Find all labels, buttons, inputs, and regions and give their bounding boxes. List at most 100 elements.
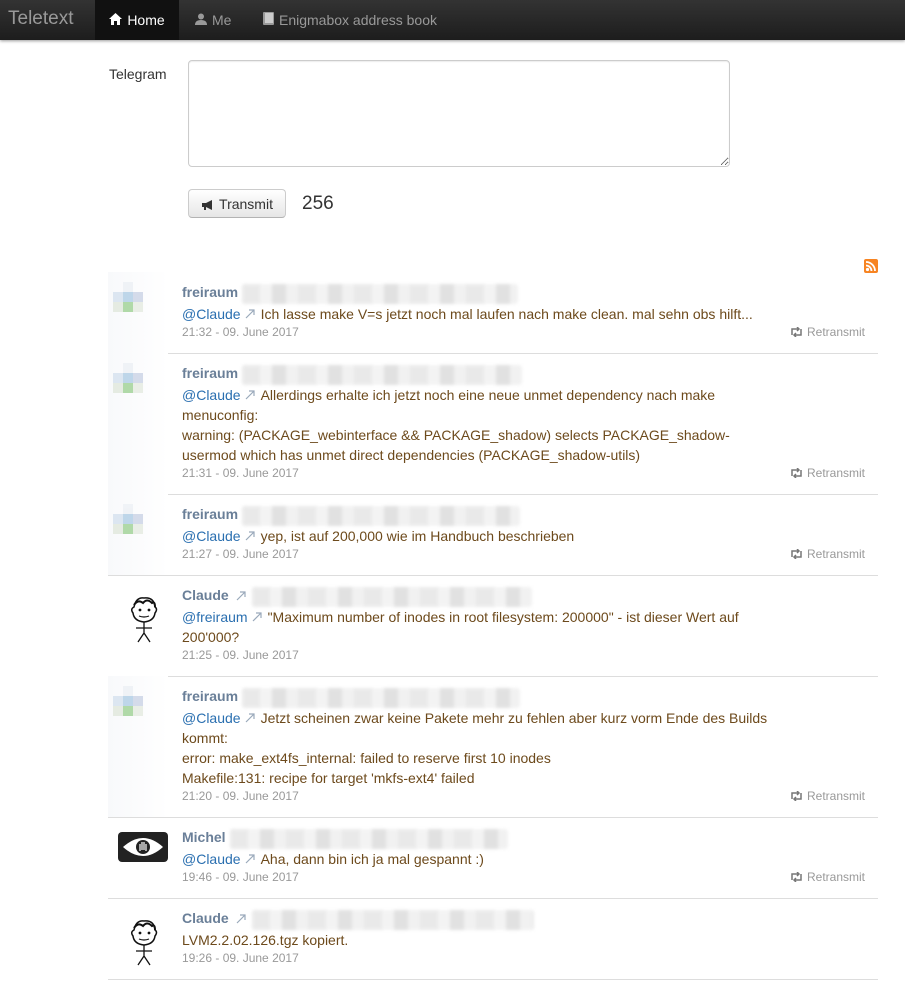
transmit-button[interactable]: Transmit bbox=[188, 189, 286, 218]
message-line: error: make_ext4fs_internal: failed to r… bbox=[182, 750, 551, 766]
message-line: warning: (PACKAGE_webinterface && PACKAG… bbox=[182, 427, 730, 443]
message-line: Jetzt scheinen zwar keine Pakete mehr zu… bbox=[260, 710, 768, 726]
avatar[interactable] bbox=[108, 494, 168, 575]
message-text: LVM2.2.02.126.tgz kopiert. bbox=[182, 930, 802, 950]
feed-item: freiraum @Claude Allerdings erhalte ich je… bbox=[108, 353, 878, 495]
user-icon bbox=[195, 0, 207, 40]
timestamp[interactable]: 21:27 - 09. June 2017 bbox=[182, 547, 299, 561]
message-line: usermod which has unmet direct dependenc… bbox=[182, 447, 641, 463]
retransmit-icon bbox=[791, 791, 802, 801]
message-line: "Maximum number of inodes in root filesy… bbox=[267, 609, 739, 625]
author-name[interactable]: freiraum bbox=[182, 284, 238, 300]
link-icon bbox=[236, 914, 246, 924]
retransmit-label: Retransmit bbox=[807, 870, 866, 884]
retransmit-button[interactable]: Retransmit bbox=[790, 870, 865, 884]
message-text: @freiraum "Maximum number of inodes in ro… bbox=[182, 607, 802, 647]
link-icon bbox=[245, 713, 255, 723]
author-name[interactable]: Claude bbox=[182, 910, 229, 926]
message-line: kommt: bbox=[182, 730, 228, 746]
link-icon bbox=[245, 390, 255, 400]
author-name[interactable]: freiraum bbox=[182, 365, 238, 381]
identicon-avatar bbox=[111, 684, 147, 720]
navbar: Teletext Home Me Enigmabox address book bbox=[0, 0, 905, 40]
message-line: LVM2.2.02.126.tgz kopiert. bbox=[182, 932, 349, 948]
eye-avatar bbox=[118, 832, 168, 862]
author-name[interactable]: freiraum bbox=[182, 506, 238, 522]
retransmit-button[interactable]: Retransmit bbox=[790, 547, 865, 561]
retransmit-button[interactable]: Retransmit bbox=[790, 466, 865, 480]
retransmit-button[interactable]: Retransmit bbox=[790, 789, 865, 803]
author-name[interactable]: Claude bbox=[182, 587, 229, 603]
message-text: @Claude yep, ist auf 200,000 wie im Handb… bbox=[182, 526, 802, 546]
timestamp[interactable]: 19:46 - 09. June 2017 bbox=[182, 870, 299, 884]
identicon-avatar bbox=[111, 280, 147, 316]
retransmit-icon bbox=[791, 327, 802, 337]
link-icon bbox=[245, 309, 255, 319]
avatar[interactable] bbox=[108, 575, 168, 676]
timestamp[interactable]: 19:26 - 09. June 2017 bbox=[182, 951, 299, 965]
feed-item: freiraum @Claude yep, ist auf 200,000 wie … bbox=[108, 494, 878, 576]
nav-me[interactable]: Me bbox=[195, 0, 231, 40]
link-icon bbox=[236, 591, 246, 601]
feed-item: freiraum @Claude Jetzt scheinen zwar keine… bbox=[108, 676, 878, 818]
retransmit-label: Retransmit bbox=[807, 789, 866, 803]
retransmit-label: Retransmit bbox=[807, 547, 866, 561]
blurred-address bbox=[242, 284, 518, 304]
message-line: Ich lasse make V=s jetzt noch mal laufen… bbox=[260, 306, 753, 322]
message-line: Allerdings erhalte ich jetzt noch eine n… bbox=[260, 387, 716, 403]
megaphone-icon bbox=[201, 196, 215, 212]
retransmit-icon bbox=[791, 549, 802, 559]
avatar[interactable] bbox=[108, 676, 168, 817]
message-line: Aha, dann bin ich ja mal gespannt :) bbox=[260, 851, 484, 867]
feed-item: Michel @Claude Aha, dann bin ich ja mal ge… bbox=[108, 817, 878, 899]
home-icon bbox=[109, 0, 123, 40]
retransmit-icon bbox=[791, 872, 802, 882]
nav-me-label: Me bbox=[212, 12, 232, 28]
feed-item: Claude @freiraum "Maximum number of inodes… bbox=[108, 575, 878, 677]
avatar[interactable] bbox=[108, 817, 168, 898]
timestamp[interactable]: 21:20 - 09. June 2017 bbox=[182, 789, 299, 803]
blurred-address bbox=[252, 910, 534, 930]
telegram-label: Telegram bbox=[109, 66, 167, 82]
mention-link[interactable]: @Claude bbox=[182, 387, 241, 403]
identicon-avatar bbox=[111, 361, 147, 397]
nav-home[interactable]: Home bbox=[95, 0, 179, 40]
rss-icon[interactable] bbox=[864, 259, 878, 273]
mention-link[interactable]: @Claude bbox=[182, 710, 241, 726]
mention-link[interactable]: @Claude bbox=[182, 851, 241, 867]
message-text: @Claude Allerdings erhalte ich jetzt noch… bbox=[182, 385, 802, 465]
telegram-input[interactable] bbox=[188, 60, 730, 167]
message-line: 200'000? bbox=[182, 629, 240, 645]
retransmit-label: Retransmit bbox=[807, 325, 866, 339]
blurred-address bbox=[242, 688, 520, 708]
blurred-address bbox=[252, 587, 532, 607]
timestamp[interactable]: 21:31 - 09. June 2017 bbox=[182, 466, 299, 480]
blurred-address bbox=[242, 506, 520, 526]
transmit-label: Transmit bbox=[219, 195, 273, 212]
timestamp[interactable]: 21:25 - 09. June 2017 bbox=[182, 648, 299, 662]
avatar[interactable] bbox=[108, 353, 168, 494]
feed-item: Claude LVM2.2.02.126.tgz kopiert. 19:26 - … bbox=[108, 898, 878, 980]
mention-link[interactable]: @Claude bbox=[182, 528, 241, 544]
doodle-avatar bbox=[130, 597, 158, 643]
message-line: Makefile:131: recipe for target 'mkfs-ex… bbox=[182, 770, 475, 786]
avatar[interactable] bbox=[108, 898, 168, 979]
retransmit-button[interactable]: Retransmit bbox=[790, 325, 865, 339]
avatar[interactable] bbox=[108, 272, 168, 353]
author-name[interactable]: Michel bbox=[182, 829, 226, 845]
feed-item: freiraum @Claude Ich lasse make V=s jetzt … bbox=[108, 272, 878, 354]
mention-link[interactable]: @Claude bbox=[182, 306, 241, 322]
link-icon bbox=[252, 612, 262, 622]
retransmit-icon bbox=[791, 468, 802, 478]
author-name[interactable]: freiraum bbox=[182, 688, 238, 704]
message-text: @Claude Jetzt scheinen zwar keine Pakete … bbox=[182, 708, 802, 788]
nav-address-book[interactable]: Enigmabox address book bbox=[263, 0, 437, 40]
book-icon bbox=[263, 0, 274, 40]
identicon-avatar bbox=[111, 502, 147, 538]
message-text: @Claude Ich lasse make V=s jetzt noch mal… bbox=[182, 304, 802, 324]
timestamp[interactable]: 21:32 - 09. June 2017 bbox=[182, 325, 299, 339]
message-line: yep, ist auf 200,000 wie im Handbuch bes… bbox=[260, 528, 575, 544]
brand-logo[interactable]: Teletext bbox=[8, 8, 73, 30]
mention-link[interactable]: @freiraum bbox=[182, 609, 248, 625]
link-icon bbox=[245, 854, 255, 864]
